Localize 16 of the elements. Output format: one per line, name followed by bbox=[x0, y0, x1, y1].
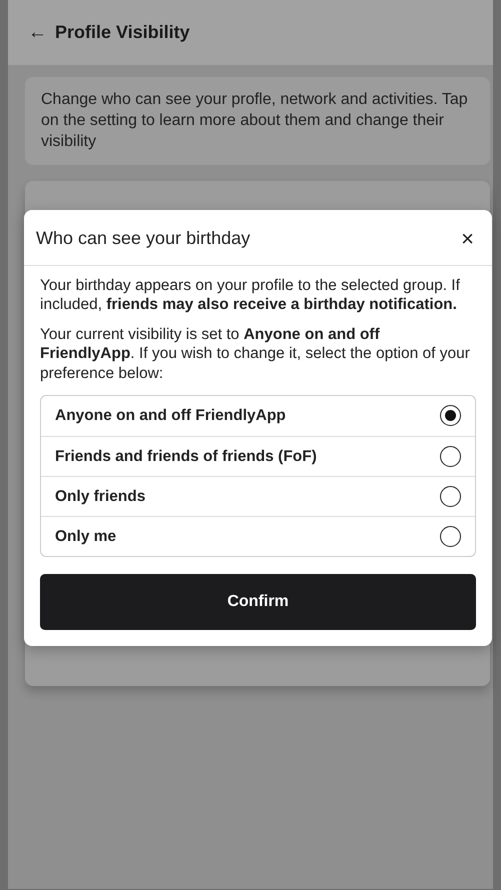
confirm-button[interactable]: Confirm bbox=[40, 574, 476, 630]
intro-card: Change who can see your profle, network and activities. Tap on the setting to learn more about them and change their visibility bbox=[25, 77, 490, 166]
option-label: Friends and friends of friends (FoF) bbox=[55, 446, 317, 467]
radio-unselected[interactable] bbox=[440, 446, 461, 467]
option-label: Only friends bbox=[55, 486, 146, 507]
radio-unselected[interactable] bbox=[440, 486, 461, 507]
dialog-text: Your current visibility is set to Anyone on and off FriendlyApp. If you wish to change it, select the option of your preference below: bbox=[40, 324, 471, 383]
radio-selected[interactable] bbox=[440, 405, 461, 426]
page-title: Profile Visibility bbox=[55, 21, 190, 44]
option-label: Anyone on and off FriendlyApp bbox=[55, 406, 286, 426]
dialog-title: Who can see your birthday bbox=[36, 227, 250, 250]
option-label: Only me bbox=[55, 526, 116, 547]
close-button[interactable]: × bbox=[457, 228, 478, 250]
back-button[interactable]: ← bbox=[28, 23, 47, 42]
dialog-text: Your birthday appears on your profile to the selected group. If included, friends may also receive a birthday notification. bbox=[40, 276, 461, 315]
radio-unselected[interactable] bbox=[440, 526, 461, 547]
